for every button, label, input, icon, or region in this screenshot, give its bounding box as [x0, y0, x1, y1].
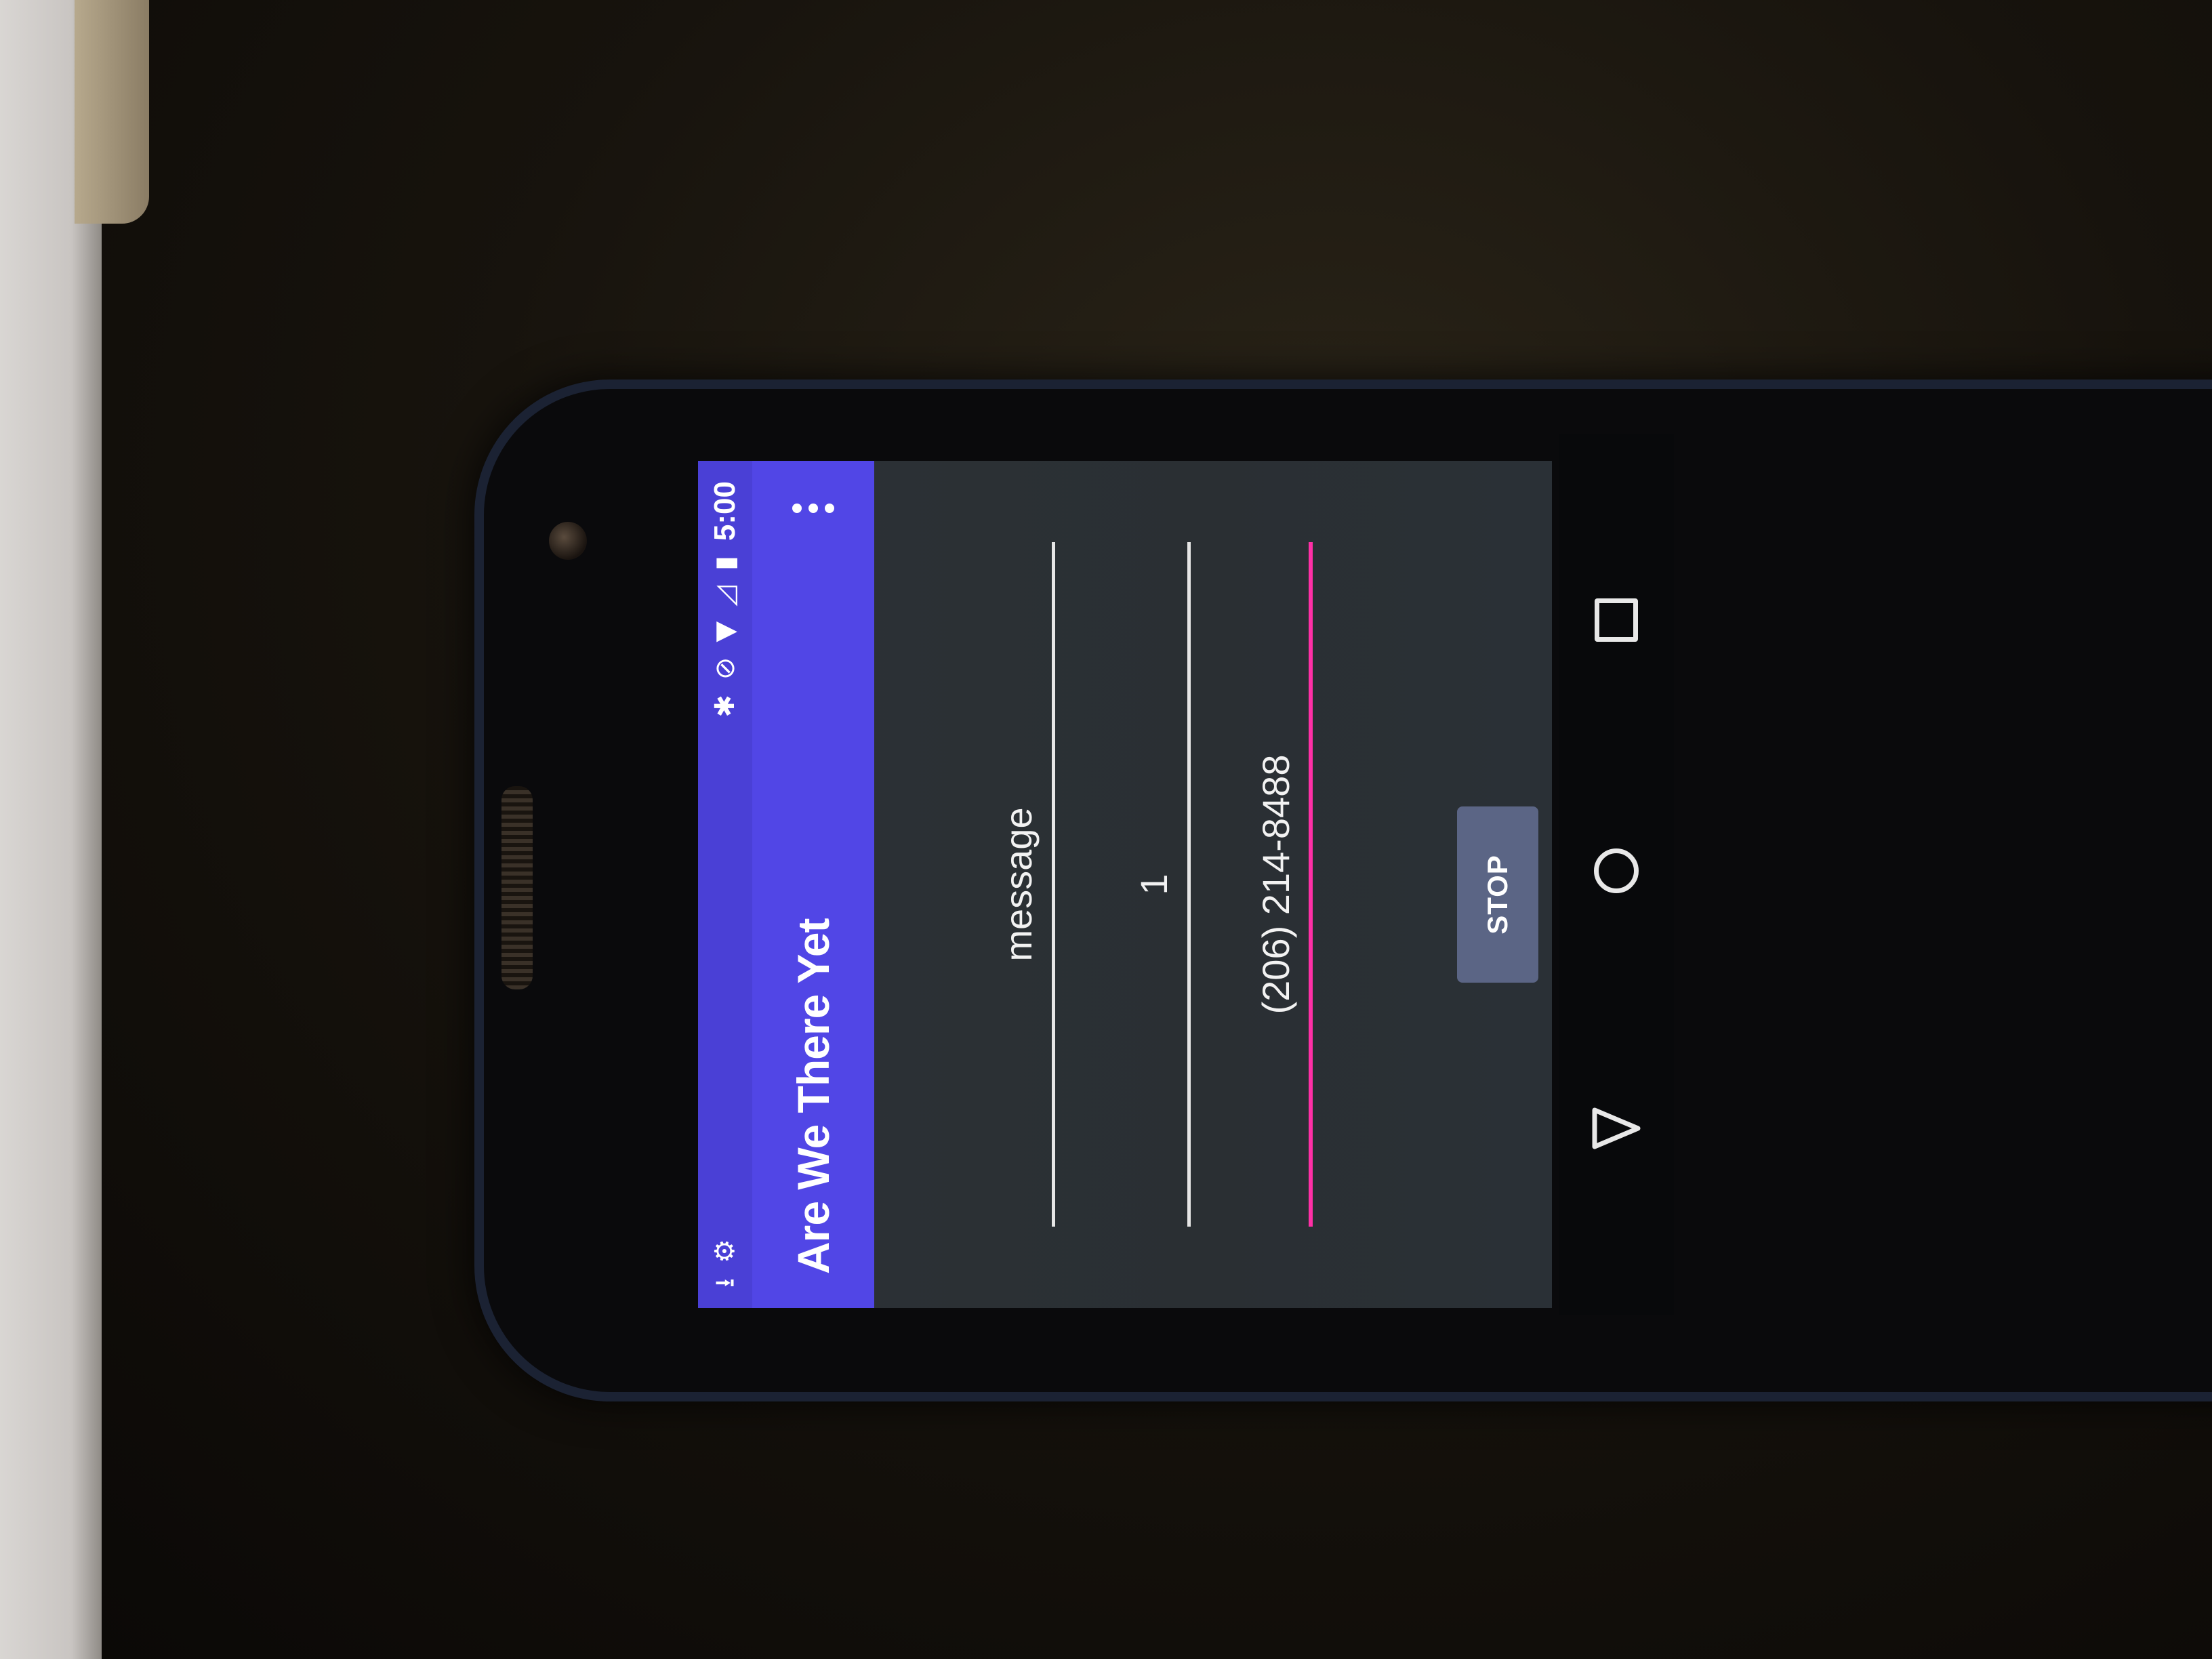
android-debug-icon: ⚙	[710, 1239, 741, 1263]
app-title: Are We There Yet	[788, 918, 838, 1274]
interval-field-value: 1	[1132, 874, 1175, 895]
back-icon[interactable]	[1586, 1098, 1647, 1159]
interval-field[interactable]: 1	[1132, 542, 1191, 1227]
navigation-bar	[1559, 434, 1674, 1315]
phone-number-field-value: (206) 214-8488	[1254, 754, 1297, 1015]
message-field-value: message	[997, 807, 1040, 962]
phone-screen: ⭳ ⚙ ✱ ⊘ ▼ ◿ ▮ 5:00 Are We There Yet mess…	[698, 461, 1552, 1308]
overflow-menu-icon[interactable]	[792, 488, 834, 529]
bluetooth-icon: ✱	[710, 695, 741, 718]
status-bar: ⭳ ⚙ ✱ ⊘ ▼ ◿ ▮ 5:00	[698, 461, 752, 1308]
phone-number-field[interactable]: (206) 214-8488	[1254, 542, 1313, 1227]
app-screen: ⭳ ⚙ ✱ ⊘ ▼ ◿ ▮ 5:00 Are We There Yet mess…	[698, 461, 1552, 1308]
message-field[interactable]: message	[996, 542, 1055, 1227]
status-time: 5:00	[708, 481, 741, 541]
status-right-icons: ✱ ⊘ ▼ ◿ ▮ 5:00	[708, 481, 742, 718]
battery-charging-icon: ▮	[710, 556, 741, 571]
phone-number-field-underline	[1309, 542, 1313, 1227]
download-icon: ⭳	[710, 1278, 741, 1288]
do-not-disturb-icon: ⊘	[710, 657, 741, 680]
photo-scene: ⭳ ⚙ ✱ ⊘ ▼ ◿ ▮ 5:00 Are We There Yet mess…	[0, 0, 2212, 1659]
signal-icon: ◿	[710, 586, 741, 607]
message-field-underline	[1052, 542, 1055, 1227]
earpiece-speaker	[501, 786, 533, 989]
front-camera	[549, 522, 587, 560]
stop-button[interactable]: STOP	[1457, 806, 1538, 983]
home-icon[interactable]	[1586, 840, 1647, 901]
app-bar: Are We There Yet	[752, 461, 874, 1308]
recent-apps-icon[interactable]	[1586, 590, 1647, 651]
table-edge	[0, 0, 102, 1659]
interval-field-underline	[1187, 542, 1191, 1227]
table-corner	[75, 0, 149, 224]
status-left-icons: ⭳ ⚙	[710, 1239, 741, 1288]
back-triangle	[1592, 1107, 1641, 1149]
wifi-icon: ▼	[710, 621, 741, 642]
